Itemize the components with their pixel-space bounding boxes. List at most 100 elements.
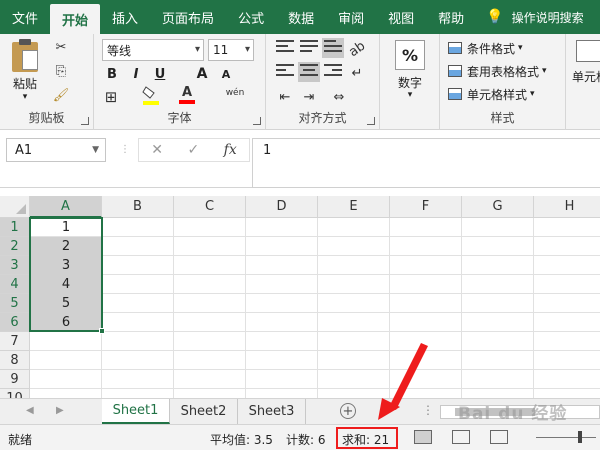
group-cells: 单元格	[566, 34, 600, 130]
launcher-icon[interactable]	[253, 117, 261, 125]
format-as-table-button[interactable]: 套用表格格式 ▾	[448, 61, 547, 81]
sheet-tab-sheet2[interactable]: Sheet2	[170, 399, 238, 424]
paste-button[interactable]: 粘贴 ▾	[12, 39, 38, 102]
chevron-down-icon: ▾	[518, 43, 523, 53]
border-icon[interactable]: ⊞	[102, 88, 120, 106]
tab-insert[interactable]: 插入	[100, 0, 150, 34]
align-right-icon[interactable]	[324, 64, 342, 80]
font-name-combo[interactable]: 等线 ▾	[102, 39, 204, 61]
align-top-icon[interactable]	[276, 40, 294, 56]
copy-icon[interactable]: ⎘	[52, 62, 70, 80]
name-box[interactable]: A1 ▼	[6, 138, 106, 162]
split-handle-icon[interactable]: ⋮	[422, 403, 434, 417]
tab-review[interactable]: 审阅	[326, 0, 376, 34]
merge-center-icon[interactable]: ⇔	[330, 88, 348, 106]
cut-icon[interactable]: ✂	[52, 38, 70, 56]
row-header[interactable]: 9	[0, 370, 30, 389]
page-layout-view-icon[interactable]	[452, 430, 470, 444]
cell-a6[interactable]: 6	[30, 313, 102, 332]
underline-button[interactable]: U	[150, 64, 170, 84]
tell-me-search[interactable]: 💡 操作说明搜索	[476, 0, 583, 34]
insert-function-icon[interactable]: fx	[224, 142, 237, 158]
sheet-tab-sheet3[interactable]: Sheet3	[238, 399, 306, 424]
align-left-icon[interactable]	[276, 64, 294, 80]
cancel-icon[interactable]: ✕	[151, 142, 163, 158]
sheet-tab-sheet1[interactable]: Sheet1	[102, 399, 170, 424]
paste-label: 粘贴	[12, 77, 37, 91]
launcher-icon[interactable]	[367, 117, 375, 125]
alignment-group-label: 对齐方式	[298, 111, 347, 125]
row-header[interactable]: 7	[0, 332, 30, 351]
column-header[interactable]: D	[246, 196, 318, 218]
cell-a5[interactable]: 5	[30, 294, 102, 313]
number-group-label[interactable]: 数字	[380, 74, 440, 91]
enter-icon[interactable]: ✓	[187, 142, 199, 158]
tab-data[interactable]: 数据	[276, 0, 326, 34]
column-header[interactable]: H	[534, 196, 600, 218]
column-header[interactable]: A	[30, 196, 102, 218]
drag-handle-icon[interactable]: ⋮	[120, 144, 130, 155]
conditional-format-button[interactable]: 条件格式 ▾	[448, 38, 523, 58]
phonetic-icon[interactable]: wén	[222, 84, 248, 102]
orientation-icon[interactable]: ab	[344, 36, 369, 61]
row-header[interactable]: 6	[0, 313, 30, 332]
tab-view[interactable]: 视图	[376, 0, 426, 34]
row-header[interactable]: 8	[0, 351, 30, 370]
column-header[interactable]: C	[174, 196, 246, 218]
scroll-left-icon[interactable]: ◀	[26, 405, 34, 416]
select-all-button[interactable]	[0, 196, 30, 218]
increase-indent-icon[interactable]: ⇥	[300, 88, 318, 106]
grow-font-button[interactable]: A	[192, 64, 212, 84]
tab-help[interactable]: 帮助	[426, 0, 476, 34]
cell-styles-button[interactable]: 单元格样式 ▾	[448, 84, 535, 104]
align-bottom-icon[interactable]	[322, 38, 344, 58]
tab-file[interactable]: 文件	[0, 0, 50, 34]
formula-input[interactable]: 1	[252, 138, 600, 188]
cell-a3[interactable]: 3	[30, 256, 102, 275]
fill-handle[interactable]	[99, 328, 105, 334]
cell-a4[interactable]: 4	[30, 275, 102, 294]
row-header[interactable]: 2	[0, 237, 30, 256]
zoom-slider-thumb[interactable]	[578, 431, 582, 443]
italic-button[interactable]: I	[126, 64, 146, 84]
name-box-value: A1	[15, 142, 33, 158]
worksheet-grid[interactable]: A B C D E F G H 1 2 3 4 5 6 7 8 9 10 1 2…	[0, 196, 600, 398]
wrap-text-icon[interactable]: ↵	[348, 64, 366, 82]
row-header[interactable]: 3	[0, 256, 30, 275]
percent-icon[interactable]: %	[395, 40, 425, 70]
fill-color-icon[interactable]	[142, 86, 160, 105]
column-header[interactable]: E	[318, 196, 390, 218]
tab-page-layout[interactable]: 页面布局	[150, 0, 226, 34]
scroll-right-icon[interactable]: ▶	[56, 405, 64, 416]
row-header[interactable]: 10	[0, 389, 30, 398]
row-header[interactable]: 4	[0, 275, 30, 294]
launcher-icon[interactable]	[81, 117, 89, 125]
shrink-font-button[interactable]: A	[216, 64, 236, 84]
add-sheet-icon[interactable]: +	[340, 403, 356, 419]
chevron-down-icon: ▾	[194, 44, 200, 55]
row-header[interactable]: 1	[0, 218, 30, 237]
column-header[interactable]: F	[390, 196, 462, 218]
font-size-combo[interactable]: 11 ▾	[208, 39, 254, 61]
format-as-table-label: 套用表格格式	[467, 64, 540, 79]
align-middle-icon[interactable]	[300, 40, 318, 56]
row-header[interactable]: 5	[0, 294, 30, 313]
tab-formulas[interactable]: 公式	[226, 0, 276, 34]
align-center-icon[interactable]	[298, 62, 320, 82]
tab-home[interactable]: 开始	[50, 4, 101, 34]
format-painter-icon[interactable]: 🖌	[52, 86, 70, 104]
cells-icon[interactable]	[576, 40, 600, 62]
font-color-icon[interactable]: A	[178, 86, 196, 104]
ribbon-tab-bar: 文件 开始 插入 页面布局 公式 数据 审阅 视图 帮助 💡 操作说明搜索	[0, 0, 600, 34]
column-header[interactable]: B	[102, 196, 174, 218]
cells-group-label[interactable]: 单元格	[572, 68, 600, 85]
cell-a1[interactable]: 1	[30, 218, 102, 237]
page-break-view-icon[interactable]	[490, 430, 508, 444]
decrease-indent-icon[interactable]: ⇤	[276, 88, 294, 106]
zoom-slider[interactable]	[536, 437, 596, 438]
font-color-swatch	[179, 100, 195, 104]
cell-a2[interactable]: 2	[30, 237, 102, 256]
bold-button[interactable]: B	[102, 64, 122, 84]
column-header[interactable]: G	[462, 196, 534, 218]
normal-view-icon[interactable]	[414, 430, 432, 444]
